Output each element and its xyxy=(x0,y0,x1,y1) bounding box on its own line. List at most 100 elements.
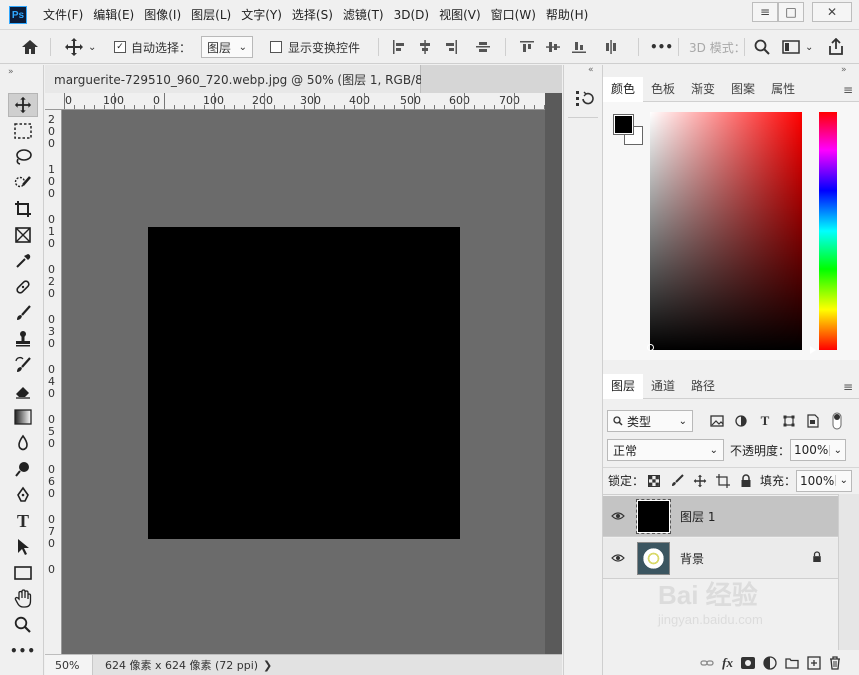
auto-select-target-dropdown[interactable]: 图层 ⌄ xyxy=(201,30,253,64)
link-layers-icon[interactable] xyxy=(700,658,714,668)
home-icon[interactable] xyxy=(20,30,40,64)
search-icon[interactable] xyxy=(754,30,770,64)
menu-help[interactable]: 帮助(H) xyxy=(541,0,593,30)
history-panel-icon[interactable] xyxy=(574,89,594,112)
hue-slider-handle[interactable] xyxy=(810,346,816,354)
zoom-tool-icon[interactable] xyxy=(8,613,38,637)
image-filter-icon[interactable] xyxy=(707,411,727,431)
share-icon[interactable] xyxy=(828,30,844,64)
tab-paths[interactable]: 路径 xyxy=(683,374,723,399)
distribute-icon[interactable] xyxy=(476,40,490,54)
layer-list-scrollbar[interactable] xyxy=(838,494,859,650)
tab-color[interactable]: 颜色 xyxy=(603,77,644,102)
align-left-icon[interactable] xyxy=(392,40,406,54)
lasso-tool-icon[interactable] xyxy=(8,145,38,169)
dodge-tool-icon[interactable] xyxy=(8,457,38,481)
eye-icon[interactable] xyxy=(603,511,633,521)
align-middle-icon[interactable] xyxy=(546,40,560,54)
lock-pixels-icon[interactable] xyxy=(667,471,687,491)
blur-tool-icon[interactable] xyxy=(8,431,38,455)
eye-icon[interactable] xyxy=(603,553,633,563)
layer-filter-dropdown[interactable]: 类型 ⌄ xyxy=(607,410,693,432)
collapse-arrows-icon[interactable]: » xyxy=(841,65,847,75)
vertical-ruler[interactable]: 2001000100200300400500600700 xyxy=(45,110,62,654)
adjustment-filter-icon[interactable] xyxy=(731,411,751,431)
gradient-tool-icon[interactable] xyxy=(8,405,38,429)
menu-image[interactable]: 图像(I) xyxy=(139,0,186,30)
blend-mode-dropdown[interactable]: 正常 ⌄ xyxy=(607,439,724,461)
layer-row[interactable]: 背景 xyxy=(603,538,838,579)
color-picker-cursor[interactable] xyxy=(647,344,654,351)
close-button[interactable]: ✕ xyxy=(812,2,852,22)
status-menu-arrow-icon[interactable]: ❯ xyxy=(263,655,272,675)
lock-transparent-icon[interactable] xyxy=(644,471,664,491)
horizontal-ruler[interactable]: 01000100200300400500600700 xyxy=(45,93,545,110)
more-tools-icon[interactable]: ••• xyxy=(8,639,38,663)
healing-brush-tool-icon[interactable] xyxy=(8,275,38,299)
menu-layer[interactable]: 图层(L) xyxy=(186,0,236,30)
tab-layers[interactable]: 图层 xyxy=(603,374,644,399)
collapse-arrows-icon[interactable]: « xyxy=(588,65,594,75)
layer-name[interactable]: 图层 1 xyxy=(680,508,715,525)
brush-tool-icon[interactable] xyxy=(8,301,38,325)
adjustment-layer-icon[interactable] xyxy=(763,655,777,670)
delete-layer-icon[interactable] xyxy=(829,655,841,670)
layer-row[interactable]: 图层 1 xyxy=(603,496,838,537)
menu-type[interactable]: 文字(Y) xyxy=(236,0,287,30)
distribute-vertical-icon[interactable] xyxy=(604,40,618,54)
crop-tool-icon[interactable] xyxy=(8,197,38,221)
quick-select-tool-icon[interactable] xyxy=(8,171,38,195)
move-tool-icon[interactable] xyxy=(8,93,38,117)
path-select-tool-icon[interactable] xyxy=(8,535,38,559)
lock-position-icon[interactable] xyxy=(690,471,710,491)
panel-menu-icon[interactable]: ≡ xyxy=(843,83,853,97)
workspace-icon[interactable]: ⌄ xyxy=(782,30,813,64)
clone-stamp-tool-icon[interactable] xyxy=(8,327,38,351)
menu-window[interactable]: 窗口(W) xyxy=(486,0,541,30)
tab-swatches[interactable]: 色板 xyxy=(643,77,683,102)
menu-edit[interactable]: 编辑(E) xyxy=(88,0,139,30)
eyedropper-tool-icon[interactable] xyxy=(8,249,38,273)
auto-select-checkbox[interactable]: ✓ 自动选择： xyxy=(114,30,191,64)
marquee-tool-icon[interactable] xyxy=(8,119,38,143)
type-tool-icon[interactable]: T xyxy=(8,509,38,533)
align-bottom-icon[interactable] xyxy=(572,40,586,54)
layer-style-icon[interactable]: fx xyxy=(722,655,733,671)
menu-file[interactable]: 文件(F) xyxy=(38,0,88,30)
lock-all-icon[interactable] xyxy=(736,471,756,491)
tab-properties[interactable]: 属性 xyxy=(763,77,803,102)
group-folder-icon[interactable] xyxy=(785,657,799,669)
type-filter-icon[interactable]: T xyxy=(755,411,775,431)
tab-patterns[interactable]: 图案 xyxy=(723,77,763,102)
history-brush-tool-icon[interactable] xyxy=(8,353,38,377)
filter-toggle-icon[interactable] xyxy=(827,411,847,431)
menu-select[interactable]: 选择(S) xyxy=(287,0,338,30)
tab-gradients[interactable]: 渐变 xyxy=(683,77,723,102)
layer-mask-icon[interactable] xyxy=(741,656,755,669)
menu-filter[interactable]: 滤镜(T) xyxy=(338,0,389,30)
show-transform-checkbox[interactable]: 显示变换控件 xyxy=(270,30,360,64)
image-canvas[interactable] xyxy=(148,227,460,539)
frame-tool-icon[interactable] xyxy=(8,223,38,247)
lock-artboard-icon[interactable] xyxy=(713,471,733,491)
rectangle-tool-icon[interactable] xyxy=(8,561,38,585)
more-options-button[interactable]: ••• xyxy=(650,30,673,64)
foreground-color-swatch[interactable] xyxy=(613,114,634,135)
lock-icon[interactable] xyxy=(812,550,822,566)
vertical-scrollbar[interactable] xyxy=(545,93,562,654)
move-tool-preset-icon[interactable]: ⌄ xyxy=(64,30,96,64)
fill-field[interactable]: 100% ⌄ xyxy=(796,469,853,492)
tab-channels[interactable]: 通道 xyxy=(643,374,683,399)
zoom-field[interactable]: 50% xyxy=(45,655,93,675)
menu-view[interactable]: 视图(V) xyxy=(434,0,486,30)
hue-slider[interactable] xyxy=(819,112,837,350)
maximize-button[interactable]: □ xyxy=(778,2,804,22)
align-center-icon[interactable] xyxy=(418,40,432,54)
align-right-icon[interactable] xyxy=(444,40,458,54)
document-tab[interactable]: marguerite-729510_960_720.webp.jpg @ 50%… xyxy=(45,65,465,93)
window-menu-button[interactable]: ≡ xyxy=(752,2,778,22)
new-layer-icon[interactable] xyxy=(807,655,821,670)
pen-tool-icon[interactable] xyxy=(8,483,38,507)
color-picker-field[interactable] xyxy=(647,112,802,351)
hand-tool-icon[interactable] xyxy=(8,587,38,611)
